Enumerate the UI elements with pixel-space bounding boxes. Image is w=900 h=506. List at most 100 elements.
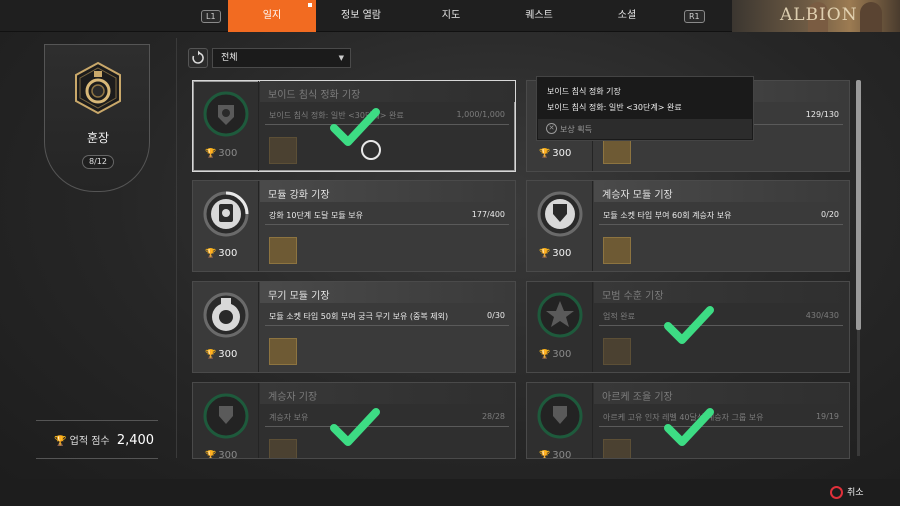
refresh-icon (192, 50, 204, 64)
completed-check-icon (664, 408, 714, 446)
card-points: 🏆 300 (539, 148, 585, 159)
achievement-score: 🏆 업적 점수 2,400 (54, 432, 154, 448)
reward-item-icon[interactable] (603, 237, 631, 264)
points-value: 300 (218, 450, 238, 459)
medal-category-panel[interactable]: 훈장 8/12 (44, 44, 150, 192)
divider (36, 420, 158, 421)
card-icon-column: 🏆 300 (193, 383, 259, 459)
progress-text: 28/28 (481, 412, 505, 421)
score-value: 2,400 (116, 433, 155, 448)
progress-text: 129/130 (805, 110, 839, 119)
card-icon-column: 🏆 300 (527, 181, 593, 271)
achievement-card[interactable]: 🏆 300 무기 모듈 기장 모듈 소켓 타입 50회 부여 궁극 무기 보유 (… (192, 281, 516, 373)
reward-item-icon[interactable] (269, 137, 297, 164)
condition-row: 모듈 소켓 타입 부여 60회 계승자 보유 0/20 (599, 207, 843, 225)
points-value: 300 (552, 248, 572, 259)
condition-row: 업적 완료 430/430 (599, 308, 843, 326)
tab-map[interactable]: 지도 (406, 0, 496, 32)
points-value: 300 (552, 349, 572, 360)
card-points: 🏆 300 (539, 248, 585, 259)
condition-row: 보이드 침식 정화: 일반 <30단계> 완료 1,000/1,000 (265, 107, 509, 125)
trophy-icon: 🏆 (205, 350, 217, 360)
tab-quest[interactable]: 퀘스트 (496, 0, 582, 32)
tab-label: 퀘스트 (525, 10, 553, 21)
card-points: 🏆 300 (205, 248, 251, 259)
divider (176, 38, 177, 458)
card-points: 🏆 300 (205, 148, 251, 159)
panel-title: 훈장 (86, 131, 110, 145)
card-icon-column: 🏆 300 (527, 383, 593, 459)
completed-check-icon (330, 408, 380, 446)
reward-item-icon[interactable] (269, 237, 297, 264)
card-title: 무기 모듈 기장 (268, 291, 330, 302)
card-title: 모범 수훈 기장 (602, 291, 664, 302)
progress-text: 1,000/1,000 (456, 110, 506, 119)
points-value: 300 (218, 248, 238, 259)
condition-text: 강화 10단계 도달 모듈 보유 (269, 211, 363, 220)
points-value: 300 (218, 148, 238, 159)
achievement-card[interactable]: 🏆 300 계승자 모듈 기장 모듈 소켓 타입 부여 60회 계승자 보유 0/… (526, 180, 850, 272)
points-value: 300 (218, 349, 238, 360)
condition-text: 업적 완료 (603, 312, 635, 321)
card-points: 🏆 300 (205, 450, 251, 459)
reward-item-icon[interactable] (269, 439, 297, 458)
reward-item-icon[interactable] (603, 338, 631, 365)
footer-bar: 취소 (0, 479, 900, 506)
condition-row: 강화 10단계 도달 모듈 보유 177/400 (265, 207, 509, 225)
new-indicator-dot (308, 3, 312, 7)
trophy-icon: 🏆 (539, 350, 551, 360)
reward-item-icon[interactable] (603, 439, 631, 458)
event-banner[interactable]: ALBION (732, 0, 900, 32)
descendant-medal-icon (203, 393, 249, 439)
tooltip-reward-label: 보상 획득 (560, 125, 592, 134)
completed-check-icon (664, 306, 714, 344)
tooltip-reward-row: ✕ 보상 획득 (538, 119, 752, 139)
banner-title: ALBION (780, 5, 858, 25)
refresh-button[interactable] (188, 48, 208, 68)
card-title: 모듈 강화 기장 (268, 190, 330, 201)
banner-character-image (860, 2, 882, 32)
trophy-icon: 🏆 (54, 436, 67, 447)
points-value: 300 (552, 148, 572, 159)
l1-button-hint[interactable]: L1 (201, 10, 221, 23)
progress-text: 0/30 (487, 311, 505, 320)
cursor-ring-icon (361, 140, 381, 160)
descendant-module-medal-icon (537, 191, 583, 237)
divider (36, 458, 158, 459)
card-icon-column: 🏆 300 (193, 181, 259, 271)
progress-text: 19/19 (815, 412, 839, 421)
r1-button-hint[interactable]: R1 (684, 10, 705, 23)
condition-text: 모듈 소켓 타입 50회 부여 궁극 무기 보유 (중복 제외) (269, 312, 449, 321)
trophy-icon: 🏆 (205, 249, 217, 259)
exemplary-merit-medal-icon (537, 292, 583, 338)
tooltip-description: 보이드 침식 정화: 일반 <30단계> 완료 (547, 103, 682, 112)
top-nav-bar: L1 일지 정보 열람 지도 퀘스트 소셜 R1 ALBION (0, 0, 900, 32)
filter-selected-value: 전체 (221, 53, 238, 63)
card-icon-column: 🏆 300 (193, 282, 259, 372)
card-points: 🏆 300 (539, 450, 585, 459)
arche-tuning-medal-icon (537, 393, 583, 439)
card-points: 🏆 300 (205, 349, 251, 360)
tab-journal[interactable]: 일지 (228, 0, 316, 32)
trophy-icon: 🏆 (539, 149, 551, 159)
achievement-card[interactable]: 🏆 300 모듈 강화 기장 강화 10단계 도달 모듈 보유 177/400 (192, 180, 516, 272)
card-points: 🏆 300 (539, 349, 585, 360)
tab-info[interactable]: 정보 열람 (316, 0, 406, 32)
condition-row: 계승자 보유 28/28 (265, 409, 509, 427)
caret-down-icon: ▼ (338, 54, 344, 62)
trophy-icon: 🏆 (539, 249, 551, 259)
module-enhance-medal-icon (203, 191, 249, 237)
trophy-icon: 🏆 (539, 451, 551, 459)
tab-social[interactable]: 소셜 (582, 0, 672, 32)
cancel-button[interactable]: 취소 (830, 485, 864, 499)
points-value: 300 (552, 450, 572, 459)
reward-item-icon[interactable] (269, 338, 297, 365)
filter-dropdown[interactable]: 전체 ▼ (212, 48, 351, 68)
reward-item-icon[interactable] (603, 137, 631, 164)
cross-button-icon: ✕ (546, 123, 557, 134)
tab-label: 지도 (441, 10, 461, 21)
tab-label: 소셜 (617, 10, 637, 21)
scrollbar-thumb[interactable] (856, 80, 861, 330)
card-title: 아르케 조율 기장 (602, 392, 673, 403)
weapon-module-medal-icon (203, 292, 249, 338)
